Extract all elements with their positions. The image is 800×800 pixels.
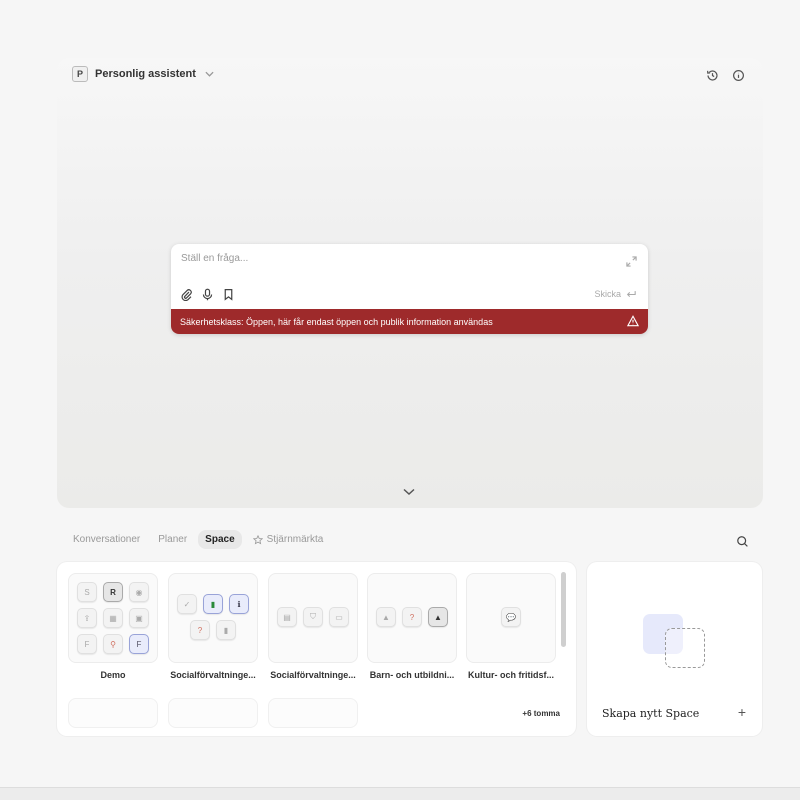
space-name: Barn- och utbildni... — [369, 670, 455, 680]
folder-icon: ▦ — [103, 608, 123, 628]
space-badge: ? — [190, 620, 210, 640]
info-icon[interactable] — [731, 68, 745, 82]
shield-icon: ⛉ — [303, 607, 323, 627]
space-card-socialforvaltningen-1[interactable]: ✓ ▮ ℹ ? ▮ Socialförvaltninge... — [168, 573, 258, 680]
microphone-icon[interactable] — [200, 287, 214, 301]
tab-stjarnmarkta-label: Stjärnmärkta — [266, 534, 324, 545]
space-badge: F — [129, 634, 149, 654]
spaces-scrollbar[interactable] — [561, 572, 566, 647]
space-card-barn-och-utbildning[interactable]: ▲ ? ▲ Barn- och utbildni... — [367, 573, 457, 680]
history-icon[interactable] — [705, 68, 719, 82]
create-space-label: Skapa nytt Space — [602, 707, 700, 720]
paperclip-icon[interactable] — [179, 287, 193, 301]
security-class-banner: Säkerhetsklass: Öppen, här får endast öp… — [171, 309, 648, 334]
bottom-scrollbar-track — [0, 787, 800, 800]
eye-icon: ◉ — [129, 582, 149, 602]
space-name: Socialförvaltninge... — [170, 670, 256, 680]
search-icon[interactable] — [735, 534, 749, 548]
expand-icon[interactable] — [624, 254, 638, 268]
assistant-name: Personlig assistent — [95, 68, 196, 80]
scroll-down-chevron-icon[interactable] — [403, 483, 415, 501]
document-icon: ▤ — [277, 607, 297, 627]
chat-input[interactable] — [181, 253, 601, 264]
tab-stjarnmarkta[interactable]: Stjärnmärkta — [246, 530, 331, 549]
lock-icon: ▣ — [129, 608, 149, 628]
space-name: Socialförvaltninge... — [270, 670, 356, 680]
space-card-demo[interactable]: S R ◉ ⇪ ▦ ▣ F ⚲ F Demo — [68, 573, 158, 680]
bookmark-icon[interactable] — [221, 287, 235, 301]
graduation-cap-icon: ▲ — [376, 607, 396, 627]
space-card-placeholder — [168, 698, 258, 728]
space-card-placeholder — [268, 698, 358, 728]
assistant-selector[interactable]: P Personlig assistent — [72, 66, 214, 82]
assistant-avatar: P — [72, 66, 88, 82]
chevron-down-icon — [205, 69, 214, 80]
graduation-cap-icon: ▲ — [428, 607, 448, 627]
chat-bubble-icon: 💬 — [501, 607, 521, 627]
space-card-kultur-och-fritid[interactable]: 💬 Kultur- och fritidsf... — [466, 573, 556, 680]
pin-icon: ⚲ — [103, 634, 123, 654]
space-thumbnail: 💬 — [466, 573, 556, 663]
space-badge: S — [77, 582, 97, 602]
space-thumbnail: S R ◉ ⇪ ▦ ▣ F ⚲ F — [68, 573, 158, 663]
bar-chart-icon: ▮ — [203, 594, 223, 614]
star-icon — [252, 534, 263, 544]
space-thumbnail: ▤ ⛉ ▭ — [268, 573, 358, 663]
chart-icon: ▮ — [216, 620, 236, 640]
create-space-card[interactable]: Skapa nytt Space + — [587, 562, 762, 736]
space-badge: ? — [402, 607, 422, 627]
chat-composer: Skicka Säkerhetsklass: Öppen, här får en… — [171, 244, 648, 334]
space-name: Kultur- och fritidsf... — [468, 670, 554, 680]
plus-icon[interactable]: + — [738, 704, 746, 720]
warning-icon — [626, 315, 640, 329]
chat-icon: ▭ — [329, 607, 349, 627]
tab-space[interactable]: Space — [198, 530, 242, 549]
send-button[interactable]: Skicka — [594, 289, 636, 299]
tab-bar: Konversationer Planer Space Stjärnmärkta — [66, 530, 330, 549]
security-text: Säkerhetsklass: Öppen, här får endast öp… — [180, 316, 493, 327]
spaces-panel: S R ◉ ⇪ ▦ ▣ F ⚲ F Demo ✓ ▮ ℹ ? ▮ Socialf… — [57, 562, 576, 736]
space-badge: R — [103, 582, 123, 602]
space-badge: F — [77, 634, 97, 654]
space-name: Demo — [100, 670, 126, 680]
space-card-socialforvaltningen-2[interactable]: ▤ ⛉ ▭ Socialförvaltninge... — [268, 573, 358, 680]
space-thumbnail: ✓ ▮ ℹ ? ▮ — [168, 573, 258, 663]
tab-planer[interactable]: Planer — [151, 530, 194, 549]
enter-icon — [626, 290, 636, 297]
upload-icon: ⇪ — [77, 608, 97, 628]
tab-konversationer[interactable]: Konversationer — [66, 530, 147, 549]
empty-spaces-count[interactable]: +6 tomma — [522, 709, 560, 718]
new-space-illustration — [643, 614, 705, 670]
send-label: Skicka — [594, 289, 621, 299]
space-thumbnail: ▲ ? ▲ — [367, 573, 457, 663]
space-card-placeholder — [68, 698, 158, 728]
check-icon: ✓ — [177, 594, 197, 614]
info-badge-icon: ℹ — [229, 594, 249, 614]
